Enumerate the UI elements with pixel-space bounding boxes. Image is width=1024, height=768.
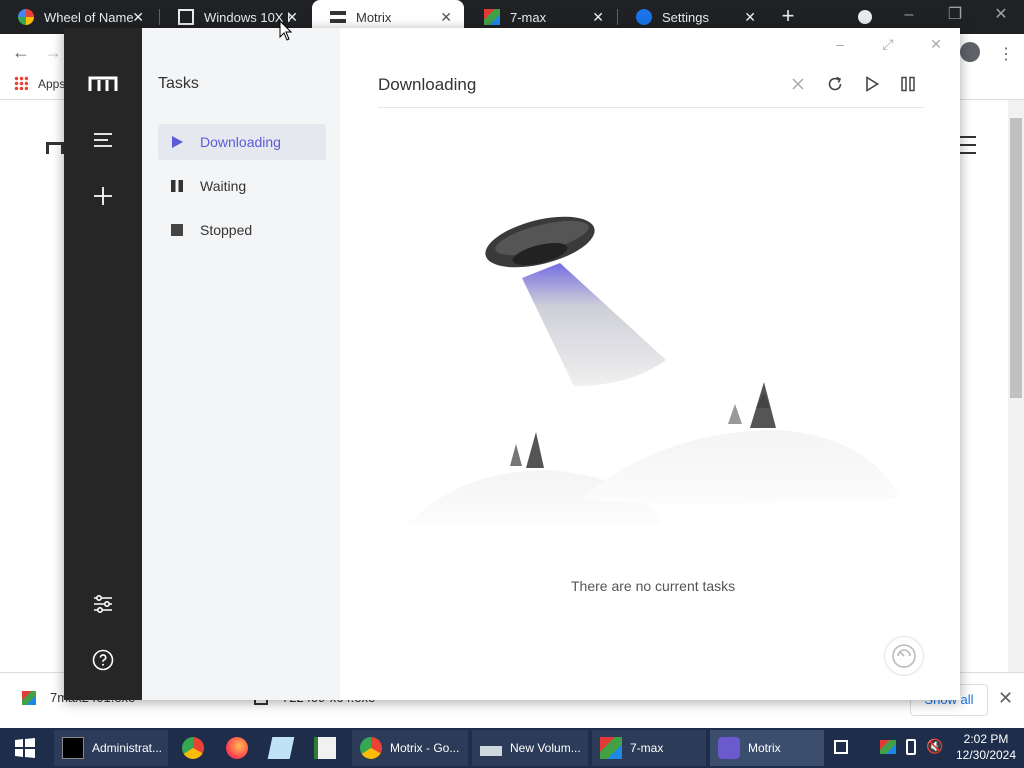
motrix-favicon-icon [330,11,346,23]
battery-icon[interactable] [906,739,916,755]
wheel-favicon-icon [18,9,34,25]
terminal-icon [62,737,84,759]
clock-date: 12/30/2024 [955,748,1017,762]
nav-label: Waiting [200,178,247,194]
document-favicon-icon [178,9,194,25]
7max-favicon-icon [484,9,500,25]
window-close-icon[interactable]: ✕ [928,36,944,52]
refresh-icon[interactable] [825,74,845,94]
motrix-logo-icon[interactable] [88,76,118,92]
taskbar-label: Motrix - Go... [390,741,460,755]
spreadsheet-app-icon [314,737,336,759]
browser-close-icon[interactable]: ✕ [978,0,1024,30]
motrix-window: Tasks Downloading Waiting Stopped – ⤢ ✕ … [64,28,960,700]
tray-app-icon[interactable] [834,740,848,754]
restore-icon[interactable]: ❐ [932,0,978,30]
close-downloads-icon[interactable]: ✕ [998,688,1013,709]
new-tab-plus-icon[interactable]: + [778,5,798,27]
taskbar-item-new-volume[interactable]: New Volum... [472,730,588,766]
7max-file-icon [22,690,36,705]
speedometer-icon [892,644,916,668]
page-scrollbar-thumb[interactable] [1010,118,1022,398]
subnav-title: Tasks [158,75,199,92]
forward-arrow-icon[interactable]: → [44,42,62,63]
7max-icon [600,737,622,759]
taskbar-clock[interactable]: 2:02 PM 12/30/2024 [952,731,1020,763]
tab-label: Motrix [356,9,392,25]
taskbar-pinned-app[interactable] [262,730,302,766]
page-logo [46,142,64,154]
nav-waiting[interactable]: Waiting [158,168,326,204]
taskbar-item-administrator[interactable]: Administrat... [54,730,168,766]
apps-bookmark[interactable]: Apps [38,77,65,91]
window-maximize-icon[interactable]: ⤢ [880,36,896,52]
mouse-cursor-icon [279,20,293,41]
nav-stopped[interactable]: Stopped [158,212,326,248]
window-minimize-icon[interactable]: – [832,36,848,52]
delete-tasks-icon[interactable] [788,74,808,94]
help-icon[interactable] [91,648,115,672]
taskbar-label: New Volum... [510,741,581,755]
volume-muted-icon[interactable]: 🔇 [926,738,943,755]
pause-icon [171,180,183,192]
notes-app-icon [267,737,295,759]
tab-label: Wheel of Names [44,9,134,25]
chrome-menu-icon[interactable]: ⋮ [998,44,1014,64]
taskbar-item-motrix-chrome[interactable]: Motrix - Go... [352,730,468,766]
tasks-main: – ⤢ ✕ Downloading There are no current t… [340,28,960,700]
speedometer-button[interactable] [884,636,924,676]
settings-favicon-icon [636,9,652,25]
tab-label: Settings [662,9,709,25]
taskbar-item-7-max[interactable]: 7-max [592,730,706,766]
nav-label: Stopped [200,222,253,238]
resume-all-icon[interactable] [862,74,882,94]
taskbar-label: 7-max [630,741,664,755]
apps-grid-icon[interactable] [14,76,28,90]
windows-start-icon[interactable] [14,737,36,759]
clock-time: 2:02 PM [963,732,1009,746]
page-menu-icon[interactable] [958,136,976,154]
back-arrow-icon[interactable]: ← [12,42,30,63]
close-icon[interactable]: ✕ [744,9,756,25]
menu-icon[interactable] [91,128,115,152]
tab-label: Windows 10X bu [204,9,290,25]
close-icon[interactable]: ✕ [132,9,144,25]
close-icon[interactable]: ✕ [440,9,452,25]
taskbar-chrome[interactable] [174,730,214,766]
tab-label: 7-max [510,9,547,25]
motrix-app-icon [718,737,740,759]
drive-icon [480,746,502,756]
tasks-subnav: Tasks Downloading Waiting Stopped [142,28,340,700]
taskbar-item-motrix[interactable]: Motrix [710,730,824,766]
minimize-icon[interactable]: – [886,0,932,30]
chrome-icon [182,737,204,759]
stop-icon [171,224,183,236]
pause-all-icon[interactable] [898,74,918,94]
empty-state-message: There are no current tasks [571,578,736,594]
ufo-empty-illustration [408,216,900,524]
header-divider [378,107,924,108]
tab-search-icon[interactable] [858,10,872,24]
firefox-icon [226,737,248,759]
profile-avatar-icon[interactable] [960,42,980,62]
taskbar-firefox[interactable] [218,730,258,766]
close-icon[interactable]: ✕ [592,9,604,25]
tray-7max-icon[interactable] [880,740,896,754]
taskbar-pinned-app[interactable] [306,730,346,766]
add-task-icon[interactable] [91,184,115,208]
nav-label: Downloading [200,134,281,150]
chrome-icon [360,737,382,759]
motrix-sidebar [64,28,142,700]
page-title: Downloading [378,75,477,94]
play-icon [172,136,183,148]
taskbar-label: Motrix [748,741,781,755]
taskbar-label: Administrat... [92,741,163,755]
preferences-sliders-icon[interactable] [91,592,115,616]
nav-downloading[interactable]: Downloading [158,124,326,160]
